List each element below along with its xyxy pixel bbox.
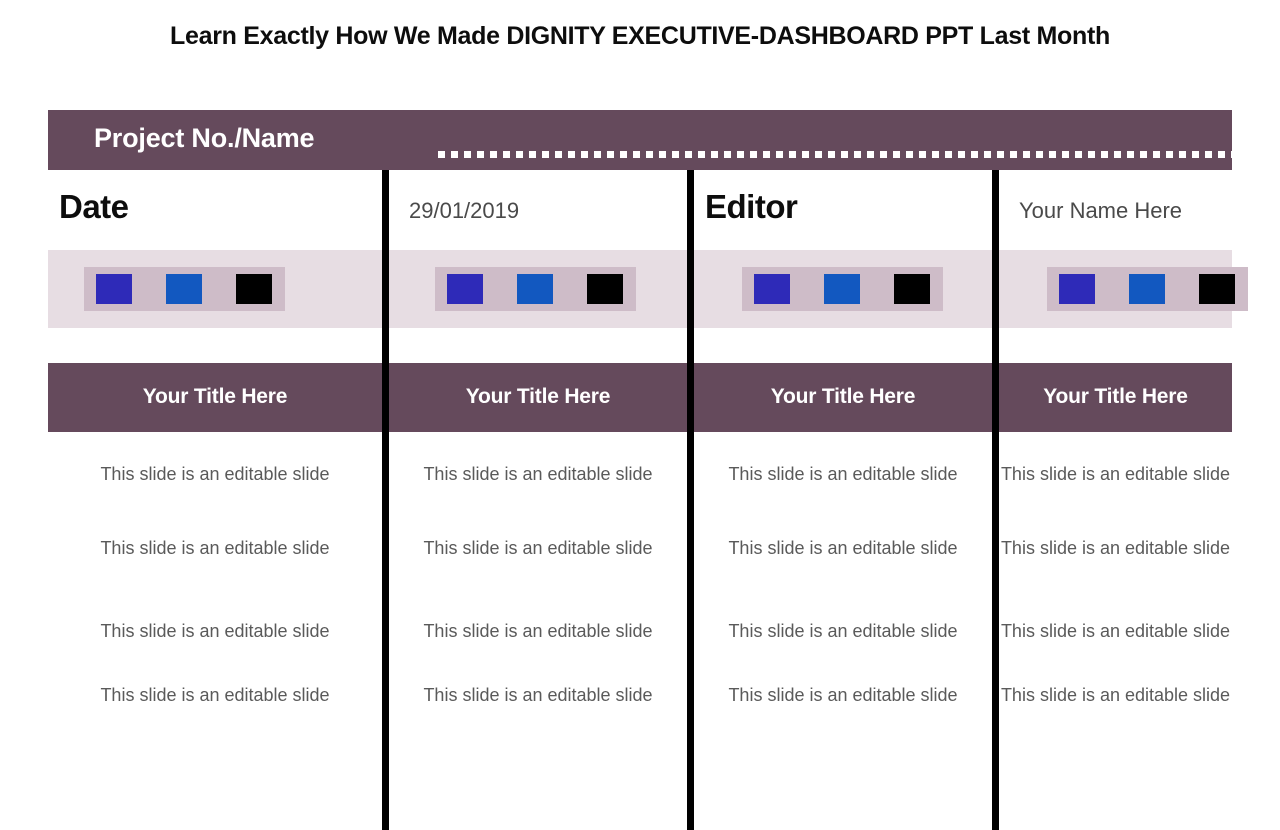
date-value: 29/01/2019 [409, 198, 520, 223]
body-cell: This slide is an editable slide [423, 685, 653, 705]
swatch-blue[interactable] [517, 274, 553, 304]
editor-label: Editor [705, 188, 798, 225]
dashboard-table: Project No./Name Date 29/01/2019 Editor … [48, 110, 1248, 830]
swatch-indigo[interactable] [754, 274, 790, 304]
project-header-bar: Project No./Name [48, 110, 1232, 170]
swatch-black[interactable] [587, 274, 623, 304]
body-cell: This slide is an editable slide [728, 464, 958, 484]
date-label-cell: Date [48, 170, 382, 250]
body-cell: This slide is an editable slide [423, 538, 653, 558]
body-cell: This slide is an editable slide [728, 538, 958, 558]
body-cell: This slide is an editable slide [728, 621, 958, 641]
color-swatch-row [48, 250, 1248, 328]
date-value-cell[interactable]: 29/01/2019 [389, 170, 687, 250]
swatch-group-2-band [435, 267, 636, 311]
swatch-group-2-backdrop [389, 250, 687, 328]
swatch-blue[interactable] [1129, 274, 1165, 304]
column-divider-3 [992, 170, 999, 830]
swatch-black[interactable] [894, 274, 930, 304]
body-cell: This slide is an editable slide [100, 538, 330, 558]
body-cell: This slide is an editable slide [423, 621, 653, 641]
column-divider-2 [687, 170, 694, 830]
swatch-indigo[interactable] [1059, 274, 1095, 304]
editor-value: Your Name Here [1019, 198, 1183, 223]
slide-title: Learn Exactly How We Made DIGNITY EXECUT… [170, 22, 1110, 50]
swatch-blue[interactable] [824, 274, 860, 304]
body-cell: This slide is an editable slide [100, 464, 330, 484]
swatch-blue[interactable] [166, 274, 202, 304]
project-name-dotted-field[interactable] [438, 151, 1232, 158]
body-cell: This slide is an editable slide [1000, 464, 1231, 484]
date-label: Date [59, 188, 129, 225]
body-cell: This slide is an editable slide [1000, 621, 1231, 641]
swatch-group-4-backdrop [999, 250, 1248, 328]
swatch-indigo[interactable] [96, 274, 132, 304]
body-rows: This slide is an editable slide This sli… [48, 432, 1232, 720]
project-name-label: Project No./Name [94, 123, 315, 153]
swatch-group-3-band [742, 267, 943, 311]
meta-row: Date 29/01/2019 Editor Your Name Here [48, 170, 1232, 250]
editor-value-cell[interactable]: Your Name Here [999, 170, 1232, 250]
swatch-group-3-backdrop [694, 250, 992, 328]
column-divider-1 [382, 170, 389, 830]
body-cell: This slide is an editable slide [728, 685, 958, 705]
swatch-black[interactable] [1199, 274, 1235, 304]
swatch-group-1-backdrop [48, 250, 382, 328]
swatch-black[interactable] [236, 274, 272, 304]
column-title-4[interactable]: Your Title Here [999, 385, 1232, 409]
column-title-1[interactable]: Your Title Here [48, 385, 382, 409]
editor-label-cell: Editor [694, 170, 992, 250]
swatch-group-1-band [84, 267, 285, 311]
swatch-indigo[interactable] [447, 274, 483, 304]
body-cell: This slide is an editable slide [100, 685, 330, 705]
body-cell: This slide is an editable slide [1000, 538, 1231, 558]
column-title-3[interactable]: Your Title Here [694, 385, 992, 409]
swatch-group-4-band [1047, 267, 1248, 311]
body-cell: This slide is an editable slide [1000, 685, 1231, 705]
body-cell: This slide is an editable slide [100, 621, 330, 641]
column-title-2[interactable]: Your Title Here [389, 385, 687, 409]
column-title-bar: Your Title Here Your Title Here Your Tit… [48, 363, 1232, 432]
body-cell: This slide is an editable slide [423, 464, 653, 484]
